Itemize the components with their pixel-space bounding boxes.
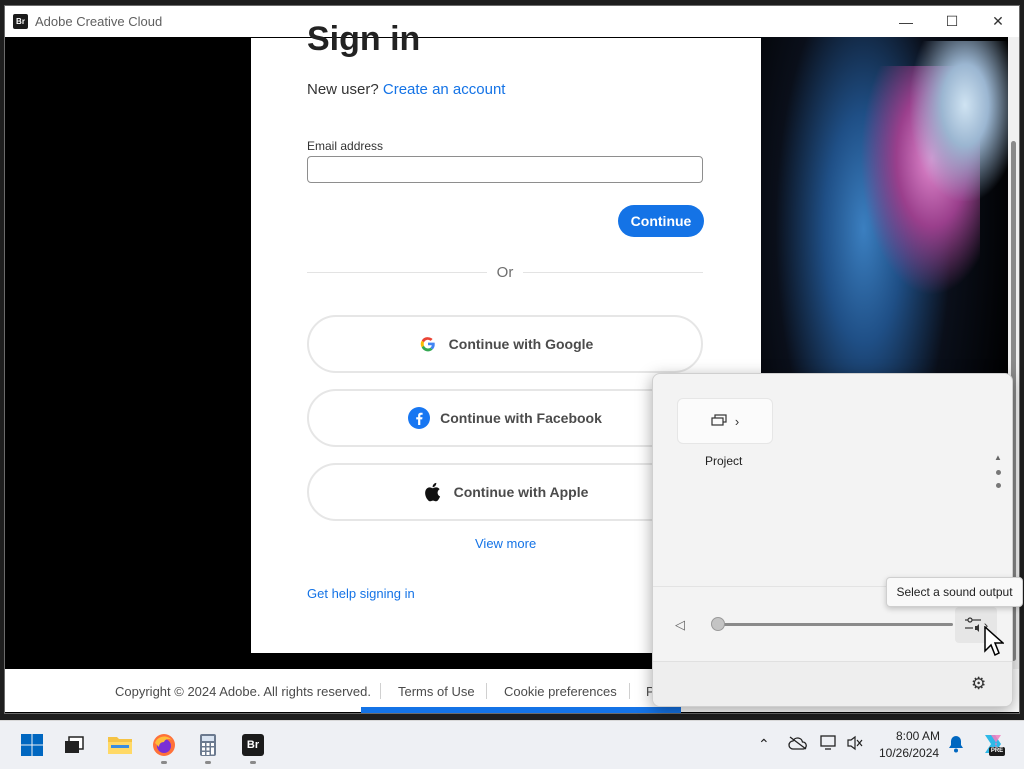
bridge-app-icon: Br [13,14,28,29]
start-button[interactable] [16,729,48,761]
copilot-preview-badge: PRE [989,747,1005,756]
or-separator: Or [496,264,514,281]
flyout-bottom-bar: ⚙ [653,661,1012,706]
title-bar[interactable]: Br Adobe Creative Cloud — ☐ ✕ [5,6,1019,37]
copilot-button[interactable]: PRE [980,731,1006,757]
window-title: Adobe Creative Cloud [35,14,163,29]
continue-button[interactable]: Continue [618,205,704,237]
footer-accent-bar [361,707,681,713]
maximize-icon: ☐ [945,13,959,29]
volume-muted-icon [846,735,864,754]
facebook-label: Continue with Facebook [440,410,602,426]
quick-settings-tray-button[interactable] [816,727,868,761]
terms-of-use-link[interactable]: Terms of Use [398,684,475,699]
volume-slider-track[interactable] [717,623,953,626]
minimize-button[interactable]: — [883,6,929,37]
mouse-cursor-icon [984,626,1004,657]
footer-separator [629,683,630,699]
project-display-icon [711,413,727,429]
page-indicator-dot[interactable] [996,483,1001,488]
google-icon [417,333,439,355]
view-more-link[interactable]: View more [475,536,536,551]
app-running-indicator [205,761,211,764]
continue-with-apple-button[interactable]: Continue with Apple [307,463,703,521]
network-icon [820,735,838,754]
speaker-icon[interactable]: ◁ [675,617,685,633]
facebook-icon [408,407,431,429]
taskbar: Br ⌃ 8:00 AM 10/26/2024 PRE [0,720,1024,769]
project-label: Project [705,454,743,468]
close-icon: ✕ [992,13,1004,29]
app-running-indicator [161,761,167,764]
firefox-icon [153,734,175,756]
bridge-icon: Br [242,734,264,756]
volume-slider-thumb[interactable] [711,617,725,631]
close-button[interactable]: ✕ [975,6,1019,37]
file-explorer-button[interactable] [104,729,136,761]
windows-logo-icon [21,734,43,756]
email-label: Email address [307,139,384,153]
copyright-text: Copyright © 2024 Adobe. All rights reser… [115,684,372,699]
sound-output-tooltip: Select a sound output [886,577,1023,607]
sound-output-icon [964,616,982,635]
minimize-icon: — [899,13,913,30]
firefox-button[interactable] [148,729,180,761]
background-artwork-petal [910,41,1019,201]
settings-gear-icon[interactable]: ⚙ [971,674,986,694]
get-help-link[interactable]: Get help signing in [307,586,415,601]
calculator-button[interactable] [192,729,224,761]
email-field[interactable] [307,156,703,183]
page-title: Sign in [307,20,421,58]
footer-separator [380,683,381,699]
app-running-indicator [250,761,256,764]
new-user-row: New user? Create an account [307,81,505,98]
continue-with-facebook-button[interactable]: Continue with Facebook [307,389,703,447]
create-account-link[interactable]: Create an account [383,81,506,98]
apple-icon [422,481,444,503]
divider-right [523,272,703,273]
show-hidden-icons-chevron-icon[interactable]: ⌃ [758,736,770,753]
project-tile-button[interactable]: › [677,398,773,444]
notification-bell-icon[interactable] [948,735,964,756]
google-label: Continue with Google [448,336,594,352]
folder-icon [108,737,132,754]
clock-time[interactable]: 8:00 AM [896,729,940,743]
task-view-button[interactable] [58,729,90,761]
bridge-taskbar-button[interactable]: Br [237,729,269,761]
page-indicator-dot[interactable] [996,470,1001,475]
footer-separator [486,683,487,699]
maximize-button[interactable]: ☐ [929,6,975,37]
onedrive-offline-icon[interactable] [788,736,808,753]
clock-date[interactable]: 10/26/2024 [879,746,939,760]
page-up-arrow-icon[interactable]: ▲ [994,453,1002,462]
quick-settings-flyout: › Project ▲ ◁ › ⚙ [652,373,1013,707]
divider-left [307,272,487,273]
new-user-text: New user? [307,81,379,98]
calculator-icon [200,734,216,756]
apple-label: Continue with Apple [453,484,589,500]
continue-with-google-button[interactable]: Continue with Google [307,315,703,373]
chevron-right-icon: › [734,413,740,429]
cookie-preferences-link[interactable]: Cookie preferences [504,684,617,699]
task-view-icon [65,736,84,753]
